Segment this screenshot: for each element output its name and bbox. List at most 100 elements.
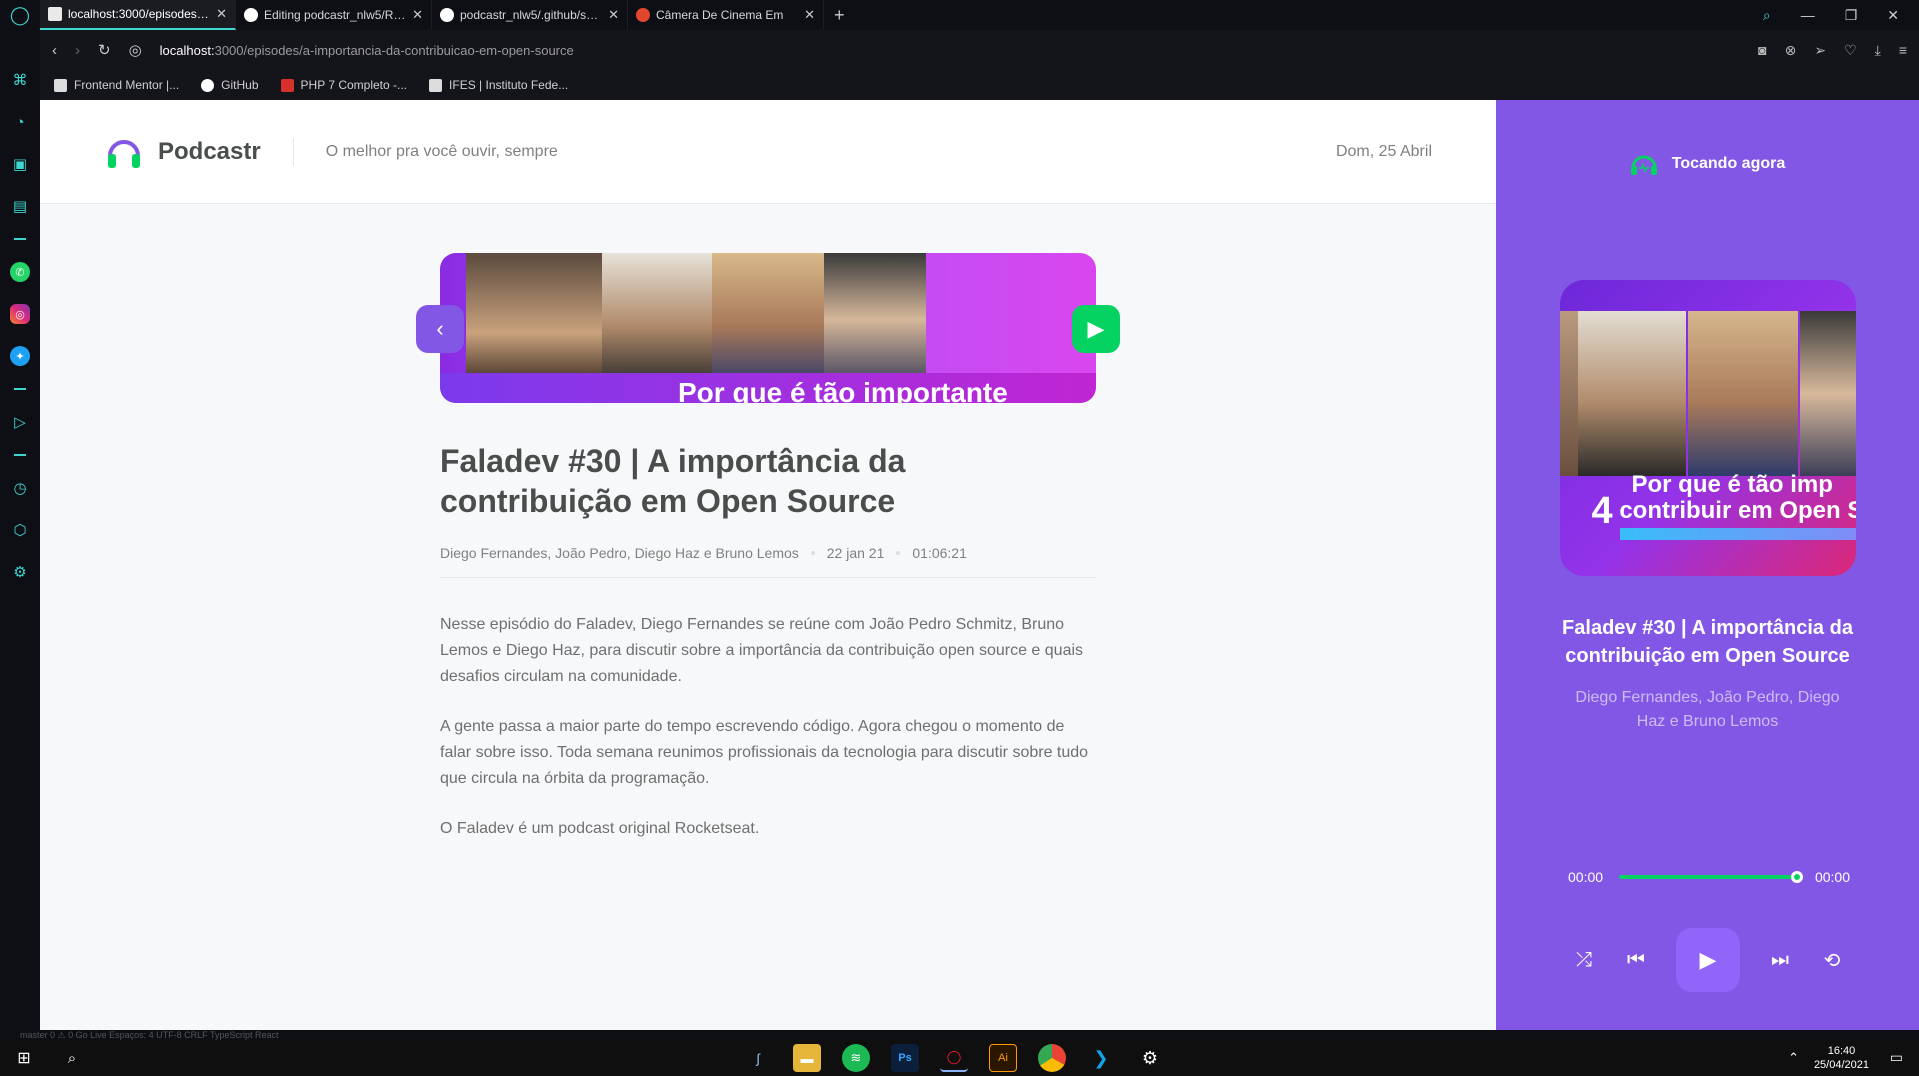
chevron-up-icon[interactable]: ⌃ xyxy=(1788,1050,1799,1066)
play-pause-button[interactable]: ▶ xyxy=(1676,928,1740,992)
progress-slider[interactable] xyxy=(1619,871,1803,883)
vscode-icon[interactable]: ❯ xyxy=(1087,1044,1115,1072)
tab-github-screens[interactable]: podcastr_nlw5/.github/screens ✕ xyxy=(432,0,628,30)
forward-icon[interactable]: › xyxy=(75,42,80,59)
menu-icon[interactable]: ≡ xyxy=(1899,42,1907,59)
player-heading: Tocando agora xyxy=(1671,155,1786,172)
globe-icon: ◎ xyxy=(128,42,142,59)
chrome-icon[interactable] xyxy=(1038,1044,1066,1072)
opera-icon[interactable]: ◯ xyxy=(940,1044,968,1072)
gamepad-icon[interactable]: ⌘ xyxy=(10,70,30,90)
photoshop-icon[interactable]: Ps xyxy=(891,1044,919,1072)
total-time: 00:00 xyxy=(1814,869,1850,885)
app-launcher-icon[interactable]: ∫ xyxy=(744,1044,772,1072)
headphones-icon xyxy=(108,139,140,168)
logo[interactable]: Podcastr xyxy=(104,132,261,172)
close-icon[interactable]: ✕ xyxy=(412,7,423,23)
heart-icon[interactable]: ♡ xyxy=(1844,42,1857,59)
spotify-icon[interactable]: ≋ xyxy=(842,1044,870,1072)
player-episode-members: Diego Fernandes, João Pedro, Diego Haz e… xyxy=(1575,689,1840,730)
address-actions: ◙ ⊗ ➢ ♡ ⤓ ≡ xyxy=(1758,42,1907,59)
restore-icon[interactable]: ❐ xyxy=(1845,7,1858,24)
chevron-left-icon: ‹ xyxy=(436,316,444,341)
podcastr-app: Podcastr O melhor pra você ouvir, sempre… xyxy=(40,100,1919,1040)
play-episode-button[interactable]: ▶ xyxy=(1072,305,1120,353)
windows-taskbar: ⊞ ⌕ ∫ ▬ ≋ Ps ◯ Ai ❯ ⚙ ⌃ 16:40 25/04/2021… xyxy=(0,1040,1919,1076)
close-icon[interactable]: ✕ xyxy=(608,7,619,23)
browser-tab-bar: ◯ localhost:3000/episodes/a-importancia … xyxy=(0,0,1919,30)
minimize-icon[interactable]: — xyxy=(1801,7,1815,23)
bookmark-frontend-mentor[interactable]: Frontend Mentor |... xyxy=(54,78,179,92)
back-button[interactable]: ‹ xyxy=(416,305,464,353)
slider-handle[interactable] xyxy=(1790,871,1803,883)
adblock-icon[interactable]: ⊗ xyxy=(1785,42,1797,59)
bookmarks-bar: Frontend Mentor |... GitHub PHP 7 Comple… xyxy=(40,70,1919,100)
settings-icon[interactable]: ⚙ xyxy=(1136,1044,1164,1072)
play-icon: ▶ xyxy=(1087,316,1105,341)
tab-episode[interactable]: localhost:3000/episodes/a-importancia ✕ xyxy=(40,0,236,30)
url-host: localhost: xyxy=(159,42,215,58)
episode-duration: 01:06:21 xyxy=(912,545,967,561)
progress-area: 00:00 00:00 xyxy=(1568,869,1850,885)
play-icon: ▶ xyxy=(1699,947,1717,972)
video-panel xyxy=(1559,311,1578,476)
description-paragraph: Nesse episódio do Faladev, Diego Fernand… xyxy=(440,616,1084,685)
illustrator-icon[interactable]: Ai xyxy=(989,1044,1017,1072)
caption-line-1: Por que é tão imp xyxy=(1631,471,1833,498)
bookmark-php[interactable]: PHP 7 Completo -... xyxy=(280,78,408,92)
url-field[interactable]: localhost:3000/episodes/a-importancia-da… xyxy=(160,43,574,58)
speed-dial-icon[interactable]: ◔ xyxy=(10,112,30,132)
bookmark-label: IFES | Instituto Fede... xyxy=(449,78,569,92)
new-tab-button[interactable]: + xyxy=(824,5,855,26)
window-controls: ⌕ — ❐ ✕ xyxy=(1763,0,1919,30)
back-icon[interactable]: ‹ xyxy=(52,42,57,59)
file-explorer-icon[interactable]: ▬ xyxy=(793,1044,821,1072)
history-icon[interactable]: ◷ xyxy=(10,478,30,498)
search-icon[interactable]: ⌕ xyxy=(48,1050,96,1067)
twitter-icon[interactable]: ✦ xyxy=(10,346,30,366)
player-header: Tocando agora xyxy=(1630,152,1786,176)
reload-icon[interactable]: ↻ xyxy=(98,41,111,59)
settings-icon[interactable]: ⚙ xyxy=(10,562,30,582)
windows-start-icon[interactable]: ⊞ xyxy=(0,1048,48,1068)
search-icon[interactable]: ⌕ xyxy=(1763,7,1771,24)
previous-icon[interactable]: ⏮ xyxy=(1624,948,1648,972)
system-clock[interactable]: 16:40 25/04/2021 xyxy=(1814,1044,1869,1072)
twitch-icon[interactable]: ▤ xyxy=(10,196,30,216)
box-icon[interactable]: ⬡ xyxy=(10,520,30,540)
snapshot-icon[interactable]: ◙ xyxy=(1758,42,1766,59)
bag-icon[interactable]: ▣ xyxy=(10,154,30,174)
current-time: 00:00 xyxy=(1568,869,1604,885)
video-panel xyxy=(824,253,926,386)
description-paragraph: O Faladev é um podcast original Rocketse… xyxy=(440,820,760,837)
episode-description: Nesse episódio do Faladev, Diego Fernand… xyxy=(440,612,1096,842)
bookmark-label: PHP 7 Completo -... xyxy=(300,78,408,92)
tab-editing-readme[interactable]: Editing podcastr_nlw5/README ✕ xyxy=(236,0,432,30)
bookmark-ifes[interactable]: IFES | Instituto Fede... xyxy=(429,78,568,92)
whatsapp-icon[interactable]: ✆ xyxy=(10,262,30,282)
clock-date: 25/04/2021 xyxy=(1813,1059,1869,1071)
tab-title: Editing podcastr_nlw5/README xyxy=(264,8,406,22)
bookmark-github[interactable]: GitHub xyxy=(201,78,259,92)
close-icon[interactable]: ✕ xyxy=(804,7,815,23)
repeat-icon[interactable]: ⟲ xyxy=(1820,948,1844,972)
tab-camera[interactable]: Câmera De Cinema Em ✕ xyxy=(628,0,824,30)
opera-logo-icon[interactable]: ◯ xyxy=(0,0,40,30)
player-panel: Tocando agora Por que é tão imp 4 contri… xyxy=(1496,100,1919,1040)
close-window-icon[interactable]: ✕ xyxy=(1887,7,1899,24)
episode-date: 22 jan 21 xyxy=(826,545,885,561)
taskbar-apps: ∫ ▬ ≋ Ps ◯ Ai ❯ ⚙ xyxy=(744,1044,1164,1072)
instagram-icon[interactable]: ◎ xyxy=(10,304,30,324)
meta-separator xyxy=(810,551,815,555)
shuffle-icon[interactable]: ⤮ xyxy=(1572,948,1596,972)
close-icon[interactable]: ✕ xyxy=(216,6,227,22)
next-icon[interactable]: ⏭ xyxy=(1768,948,1792,972)
screen: ◯ localhost:3000/episodes/a-importancia … xyxy=(0,0,1919,1076)
send-icon[interactable]: ➢ xyxy=(1814,42,1826,59)
episode-details: Por que é tão importante ‹ ▶ Faladev #30… xyxy=(416,253,1120,866)
tab-title: Câmera De Cinema Em xyxy=(656,8,784,22)
notification-icon[interactable]: ▭ xyxy=(1890,1049,1903,1066)
player-icon[interactable]: ▷ xyxy=(10,412,30,432)
player-thumbnail-caption: Por que é tão imp 4 contribuir em Open S xyxy=(1588,471,1856,531)
download-icon[interactable]: ⤓ xyxy=(1875,42,1881,59)
